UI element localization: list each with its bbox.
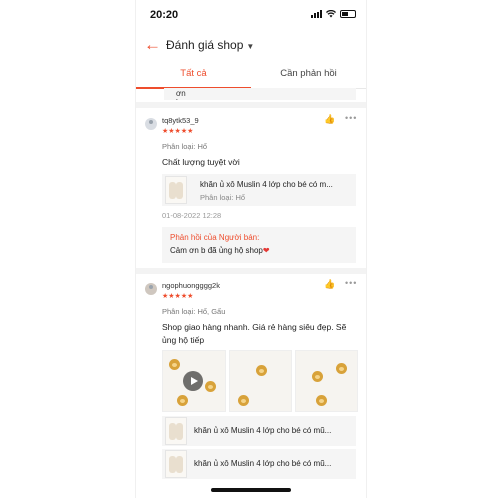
avatar[interactable] [145, 283, 157, 295]
review-photo[interactable] [295, 350, 358, 412]
phone-screen: 20:20 ← Đánh giá shop ▼ Tất cả Cần phản h… [135, 0, 367, 498]
bear-print [316, 395, 327, 406]
product-thumbnail [165, 450, 187, 478]
seller-reply-label: Phản hồi của Người bán: [170, 233, 260, 242]
product-card[interactable]: khăn ủ xô Muslin 4 lớp cho bé có mũ... [162, 416, 356, 446]
review-date: 01-08-2022 12:28 [162, 211, 222, 220]
review-comment: Shop giao hàng nhanh. Giá rẻ hàng siêu đ… [162, 321, 360, 347]
product-card[interactable]: khăn ủ xô Muslin 4 lớp cho bé có m... Ph… [162, 174, 356, 206]
review-comment-line-2: ủng hộ tiếp [162, 335, 205, 345]
back-arrow-icon[interactable]: ← [144, 36, 161, 54]
review-comment: Chất lượng tuyệt vời [162, 157, 240, 167]
product-card[interactable]: khăn ủ xô Muslin 4 lớp cho bé có mũ... [162, 449, 356, 479]
review-comment-line-1: Shop giao hàng nhanh. Giá rẻ hàng siêu đ… [162, 322, 347, 332]
status-icons [311, 10, 356, 18]
bear-print [256, 365, 267, 376]
tab-needs-reply[interactable]: Cần phản hồi [251, 68, 366, 79]
chevron-down-icon: ▼ [246, 42, 255, 51]
wifi-icon [326, 10, 336, 18]
bear-print [205, 381, 216, 392]
product-name: khăn ủ xô Muslin 4 lớp cho bé có m... [200, 180, 333, 189]
review-video-thumbnail[interactable] [162, 350, 226, 412]
seller-reply: Phản hồi của Người bán: Cảm ơn b đã ủng … [162, 227, 356, 263]
product-name: khăn ủ xô Muslin 4 lớp cho bé có mũ... [194, 426, 332, 435]
page-title[interactable]: Đánh giá shop ▼ [166, 38, 254, 52]
header: ← Đánh giá shop ▼ [136, 30, 366, 62]
page-title-text: Đánh giá shop [166, 38, 244, 52]
star-rating: ★★★★★ [162, 293, 194, 300]
avatar[interactable] [145, 118, 157, 130]
review-variant: Phân loại: Hổ [162, 142, 208, 151]
bear-print [169, 359, 180, 370]
status-bar: 20:20 [136, 0, 366, 30]
product-variant: Phân loại: Hổ [200, 193, 246, 202]
review-variant: Phân loại: Hổ, Gấu [162, 307, 226, 316]
product-name: khăn ủ xô Muslin 4 lớp cho bé có mũ... [194, 459, 332, 468]
more-dots-icon[interactable]: ••• [345, 113, 357, 123]
battery-icon [340, 10, 356, 18]
divider [136, 268, 366, 274]
heart-icon: ❤ [262, 246, 270, 255]
product-thumbnail [165, 417, 187, 445]
tab-bar: Tất cả Cần phản hồi [136, 62, 366, 89]
previous-reply-box: Cảm ơn bạn đã ủng hộ shop ❤ [164, 88, 356, 100]
reviewer-username: tq8ytk53_9 [162, 116, 199, 125]
previous-reply-message: Cảm ơn bạn đã ủng hộ shop [176, 88, 193, 100]
star-rating: ★★★★★ [162, 128, 194, 135]
signal-icon [311, 10, 322, 18]
divider [136, 102, 366, 108]
more-dots-icon[interactable]: ••• [345, 278, 357, 288]
play-icon[interactable] [183, 371, 203, 391]
bear-print [238, 395, 249, 406]
bear-print [336, 363, 347, 374]
like-icon[interactable]: 👍 [324, 279, 335, 290]
seller-reply-text: Cảm ơn b đã ủng hộ shop❤ [170, 246, 270, 255]
home-indicator[interactable] [211, 488, 291, 492]
bear-print [312, 371, 323, 382]
tab-all[interactable]: Tất cả [136, 68, 251, 79]
bear-print [177, 395, 188, 406]
seller-reply-message: Cảm ơn b đã ủng hộ shop [170, 246, 263, 255]
product-thumbnail [165, 176, 187, 204]
status-time: 20:20 [150, 9, 179, 21]
like-icon[interactable]: 👍 [324, 114, 335, 125]
reviewer-username: ngophuongggg2k [162, 281, 220, 290]
heart-icon: ❤ [176, 88, 183, 89]
review-photo[interactable] [229, 350, 292, 412]
